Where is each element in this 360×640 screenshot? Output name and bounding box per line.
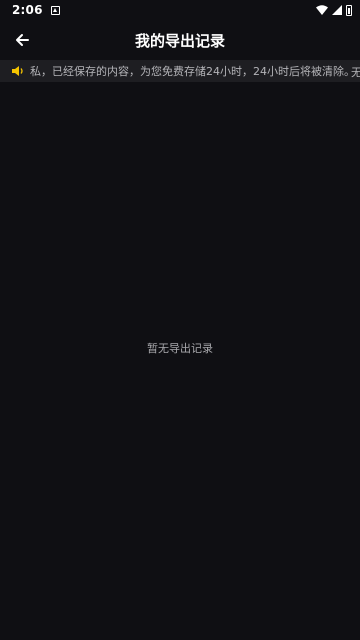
export-records-screen: 2:06 我的导出记录 私，已经保存的内容，为您免费存储24小时，24小时后将被… xyxy=(0,0,360,640)
header: 我的导出记录 xyxy=(0,20,360,60)
wifi-icon xyxy=(316,5,328,15)
notice-text: 私，已经保存的内容，为您免费存储24小时，24小时后将被清除。 xyxy=(30,65,355,78)
speaker-icon xyxy=(12,66,23,76)
signal-icon xyxy=(332,5,342,15)
page-title: 我的导出记录 xyxy=(134,31,225,50)
back-button[interactable] xyxy=(8,26,36,54)
empty-state-text: 暂无导出记录 xyxy=(147,342,213,355)
notice-bar: 私，已经保存的内容，为您免费存储24小时，24小时后将被清除。 无 xyxy=(0,60,360,82)
notice-text-continuation: 无 xyxy=(351,66,360,79)
status-indicators xyxy=(316,4,352,16)
battery-icon xyxy=(346,4,352,16)
status-time: 2:06 xyxy=(12,3,43,17)
app-notification-icon xyxy=(50,5,60,15)
arrow-left-icon xyxy=(16,34,29,46)
status-bar: 2:06 xyxy=(0,0,360,20)
